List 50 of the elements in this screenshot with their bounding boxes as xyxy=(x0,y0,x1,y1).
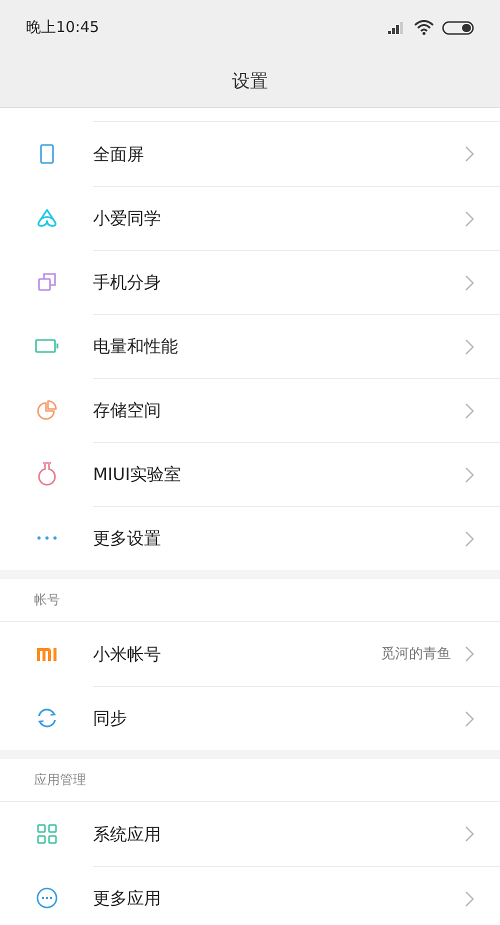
section-header: 应用管理 xyxy=(34,772,86,789)
settings-item[interactable]: 电量和性能 xyxy=(0,314,500,378)
item-label: 更多设置 xyxy=(93,528,162,550)
item-label: 手机分身 xyxy=(93,272,162,294)
chevron-icon xyxy=(465,274,474,290)
item-label: 小米帐号 xyxy=(93,644,162,666)
item-label: 电量和性能 xyxy=(93,336,179,358)
chevron-icon xyxy=(465,826,474,842)
item-label: 系统应用 xyxy=(93,824,162,846)
copy-icon xyxy=(36,272,56,292)
settings-item[interactable]: 小爱同学 xyxy=(0,186,500,250)
item-label: 更多应用 xyxy=(93,888,162,910)
chevron-icon xyxy=(465,466,474,482)
chevron-icon xyxy=(465,530,474,546)
chevron-icon xyxy=(465,210,474,226)
settings-item[interactable]: 系统应用 xyxy=(0,802,500,866)
more-circle-icon xyxy=(36,887,58,909)
settings-item[interactable]: 小米帐号 觅河的青鱼 xyxy=(0,622,500,686)
pie-chart-icon xyxy=(36,400,57,420)
more-icon xyxy=(36,536,56,540)
chevron-icon xyxy=(465,402,474,418)
sync-icon xyxy=(36,707,58,729)
item-label: MIUI实验室 xyxy=(93,464,182,486)
assistant-icon xyxy=(36,208,58,228)
item-value: 觅河的青鱼 xyxy=(381,645,451,663)
grid-icon xyxy=(36,824,56,844)
wifi-icon xyxy=(414,20,434,35)
chevron-icon xyxy=(465,646,474,662)
settings-item[interactable]: MIUI实验室 xyxy=(0,442,500,506)
settings-item[interactable]: 更多应用 xyxy=(0,866,500,925)
item-label: 存储空间 xyxy=(93,400,162,422)
mi-logo-icon xyxy=(36,647,58,661)
settings-item[interactable]: 存储空间 xyxy=(0,378,500,442)
settings-item[interactable]: 全面屏 xyxy=(0,122,500,186)
chevron-icon xyxy=(465,146,474,162)
battery-icon xyxy=(34,339,58,353)
item-label: 全面屏 xyxy=(93,144,145,166)
page-title: 设置 xyxy=(232,70,268,93)
flask-icon xyxy=(38,462,56,486)
item-label: 小爱同学 xyxy=(93,208,162,230)
settings-item[interactable]: 手机分身 xyxy=(0,250,500,314)
item-label: 同步 xyxy=(93,708,128,730)
battery-icon xyxy=(442,20,474,34)
section-header: 帐号 xyxy=(34,592,60,609)
chevron-icon xyxy=(465,338,474,354)
signal-icon xyxy=(388,22,406,34)
chevron-icon xyxy=(465,890,474,906)
status-time: 晚上10:45 xyxy=(26,18,100,37)
phone-icon xyxy=(40,144,54,164)
chevron-icon xyxy=(465,710,474,726)
